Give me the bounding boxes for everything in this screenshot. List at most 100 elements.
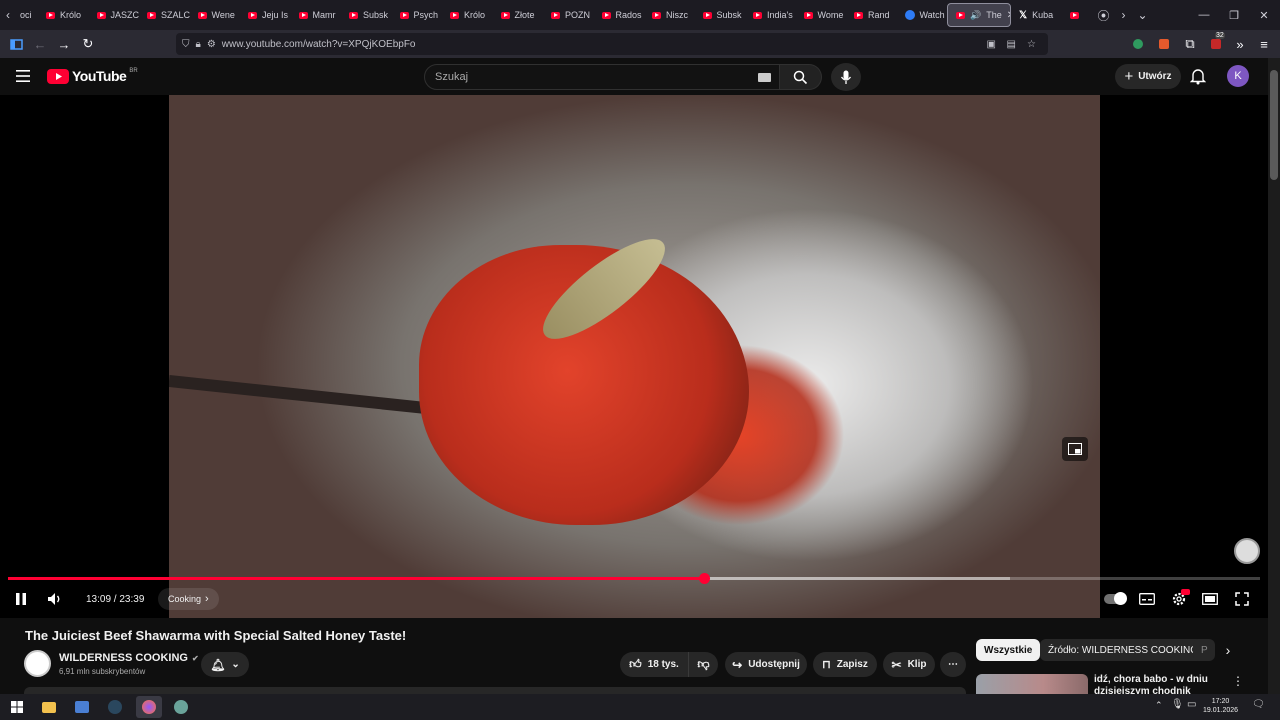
chapter-button[interactable]: Cooking ›: [158, 588, 219, 610]
search-input[interactable]: Szukaj: [424, 64, 780, 90]
menu-hamburger-icon[interactable]: [14, 68, 32, 84]
close-window-button[interactable]: ✕: [1249, 0, 1279, 30]
more-actions-button[interactable]: ⋯: [940, 652, 966, 677]
reload-button[interactable]: ↻: [76, 32, 100, 56]
miniplayer-toggle-icon[interactable]: [1062, 437, 1088, 461]
theater-mode-button[interactable]: [1199, 589, 1221, 609]
progress-scrubber[interactable]: [698, 573, 710, 584]
browser-tab[interactable]: JASZC: [89, 3, 139, 27]
reader-view-icon[interactable]: ▤: [1007, 39, 1016, 50]
chip-partial[interactable]: P: [1193, 639, 1215, 661]
clip-button[interactable]: ✂ Klip: [883, 652, 935, 677]
like-button[interactable]: 👍︎ 18 tys.: [620, 652, 688, 677]
browser-tab[interactable]: Rados: [594, 3, 645, 27]
tray-network-icon[interactable]: ▭: [1187, 699, 1196, 710]
extensions-puzzle-icon[interactable]: ⧉: [1178, 32, 1202, 56]
settings-button[interactable]: [1168, 588, 1190, 610]
keyboard-icon[interactable]: [758, 73, 771, 82]
volume-button[interactable]: [44, 589, 66, 609]
youtube-logo[interactable]: YouTube BR: [47, 68, 138, 84]
chip-source[interactable]: Źródło: WILDERNESS COOKING: [1040, 639, 1207, 661]
chip-all[interactable]: Wszystkie: [976, 639, 1041, 661]
save-button[interactable]: ⊓ Zapisz: [813, 652, 877, 677]
share-button[interactable]: ↪ Udostępnij: [725, 652, 807, 677]
lock-icon[interactable]: 🔒︎: [196, 39, 201, 50]
tab-scroll-left-button[interactable]: ‹: [0, 8, 16, 22]
notifications-bell-icon[interactable]: [1189, 67, 1207, 90]
tab-active[interactable]: 🔊 The ✕: [947, 3, 1011, 27]
tray-mic-icon[interactable]: 🎙︎: [1171, 699, 1184, 710]
browser-tab[interactable]: Psych: [392, 3, 443, 27]
tab-kuba[interactable]: 𝕏 Kuba: [1011, 3, 1062, 27]
steam-icon[interactable]: [104, 696, 126, 718]
browser-tab[interactable]: Wene: [190, 3, 241, 27]
browser-tab[interactable]: Mamr: [291, 3, 342, 27]
app-icon[interactable]: [170, 696, 192, 718]
app-menu-icon[interactable]: ≡: [1252, 32, 1276, 56]
search-placeholder: Szukaj: [435, 71, 469, 83]
speaker-icon[interactable]: 🔊: [970, 10, 981, 21]
browser-tab[interactable]: Rand: [846, 3, 897, 27]
tray-chevron-up-icon[interactable]: ⌃: [1155, 700, 1163, 711]
notification-center-icon[interactable]: 🗨︎: [1252, 699, 1265, 710]
browser-tab[interactable]: Niszc: [644, 3, 695, 27]
bookmark-star-icon[interactable]: ☆: [1027, 39, 1036, 50]
progress-bar[interactable]: [8, 573, 1260, 584]
firefox-icon[interactable]: [136, 696, 162, 718]
forward-button[interactable]: →: [52, 32, 76, 56]
sidebar-toggle-icon[interactable]: [4, 32, 28, 56]
tray-clock[interactable]: 17:20 19.01.2026: [1203, 697, 1238, 715]
browser-tab[interactable]: SZALC: [139, 3, 190, 27]
voice-search-button[interactable]: [831, 63, 861, 91]
search-button[interactable]: [780, 64, 822, 90]
channel-watermark[interactable]: [1234, 538, 1260, 564]
browser-tab[interactable]: Watch: [897, 3, 948, 27]
picture-in-picture-icon[interactable]: ▣: [987, 39, 996, 50]
file-explorer-icon[interactable]: [38, 696, 60, 718]
notifications-extension-icon[interactable]: 32: [1204, 32, 1228, 56]
browser-tab[interactable]: Subsk: [341, 3, 392, 27]
scrollbar-thumb[interactable]: [1270, 70, 1278, 180]
channel-name-link[interactable]: WILDERNESS COOKING ✔: [59, 652, 199, 664]
tab-scroll-right-button[interactable]: ›: [1116, 8, 1132, 22]
minimize-button[interactable]: —: [1189, 0, 1219, 30]
browser-tab[interactable]: Złote: [493, 3, 544, 27]
permissions-icon[interactable]: ⚙: [207, 39, 216, 50]
browser-tab[interactable]: Królo: [442, 3, 493, 27]
description-box[interactable]: [24, 687, 966, 694]
browser-tab[interactable]: Królo: [38, 3, 89, 27]
channel-avatar[interactable]: [24, 650, 51, 677]
autoplay-toggle[interactable]: [1103, 590, 1127, 608]
back-button[interactable]: ←: [28, 32, 52, 56]
browser-tab[interactable]: India's: [745, 3, 796, 27]
browser-tab[interactable]: Subsk: [695, 3, 746, 27]
list-all-tabs-button[interactable]: ⌄: [1132, 8, 1154, 22]
recommended-title[interactable]: idź, chora babo - w dniu dzisiejszym cho…: [1094, 674, 1234, 694]
overflow-menu-icon[interactable]: »: [1228, 32, 1252, 56]
subscription-bell-button[interactable]: 🔔︎ ⌄: [201, 652, 249, 677]
recommended-more-icon[interactable]: ⋮: [1232, 674, 1244, 688]
page-scrollbar[interactable]: [1268, 58, 1280, 694]
subtitles-button[interactable]: [1136, 589, 1158, 609]
extension-shield-icon[interactable]: [1126, 32, 1150, 56]
video-player[interactable]: 13:09 / 23:39 Cooking ›: [0, 95, 1268, 618]
browser-tab[interactable]: Jeju Is: [240, 3, 291, 27]
fullscreen-button[interactable]: [1231, 589, 1253, 609]
control-panel-icon[interactable]: [71, 696, 93, 718]
chips-next-button[interactable]: ›: [1218, 640, 1238, 660]
tab-pinned[interactable]: [1062, 3, 1092, 27]
windows-start-icon[interactable]: [6, 696, 28, 718]
pause-button[interactable]: [10, 589, 32, 609]
restore-button[interactable]: ❐: [1219, 0, 1249, 30]
address-bar[interactable]: ⛉ 🔒︎ ⚙ www.youtube.com/watch?v=XPQjKOEbp…: [176, 33, 1048, 55]
record-icon[interactable]: ⦿: [1092, 7, 1116, 24]
account-avatar[interactable]: K: [1227, 65, 1249, 87]
dislike-button[interactable]: 👎︎: [688, 652, 718, 677]
browser-tab[interactable]: Wome: [796, 3, 847, 27]
shield-icon[interactable]: ⛉: [182, 39, 190, 50]
browser-tab[interactable]: POZN: [543, 3, 594, 27]
video-frame[interactable]: [169, 95, 1100, 618]
create-button[interactable]: + Utwórz: [1115, 64, 1181, 89]
extension-fox-icon[interactable]: [1152, 32, 1176, 56]
recommended-thumbnail[interactable]: [976, 674, 1088, 694]
